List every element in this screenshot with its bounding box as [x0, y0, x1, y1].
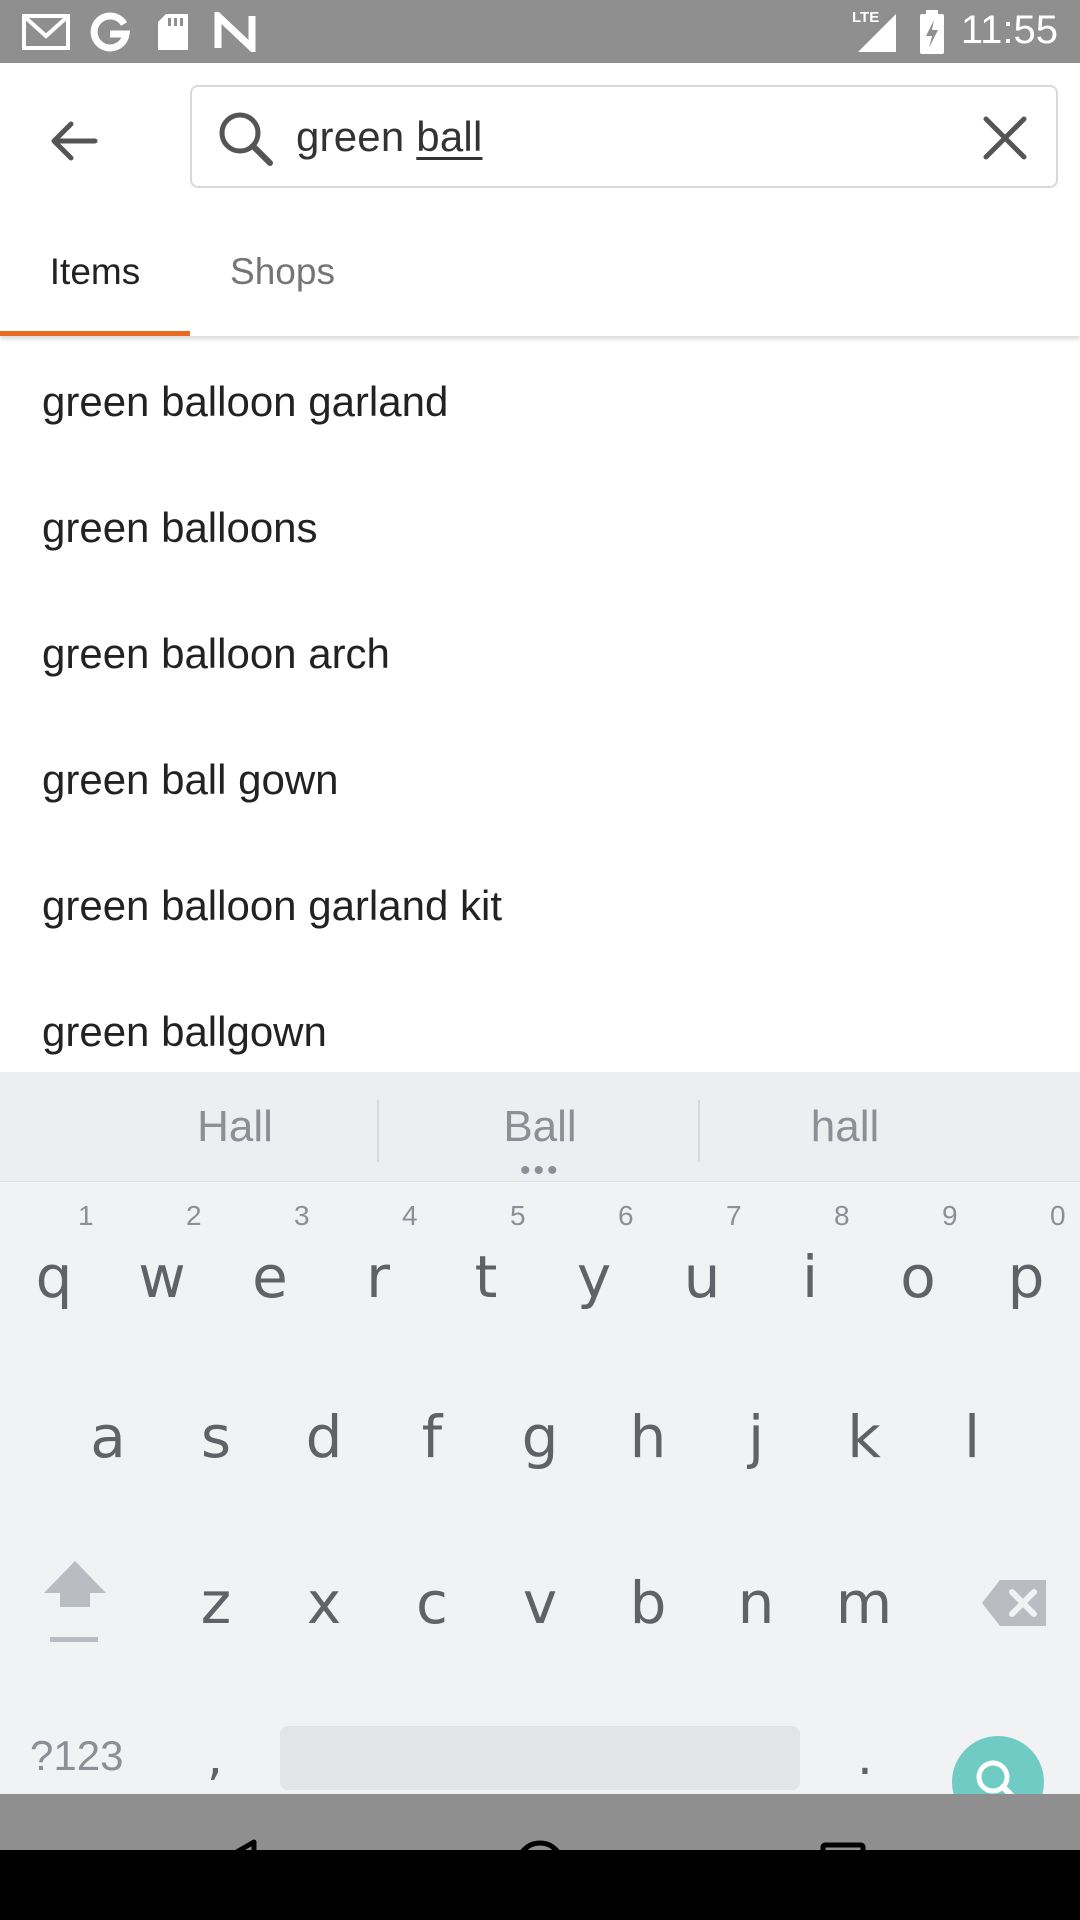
shift-arrow-icon: [44, 1561, 106, 1642]
key-y[interactable]: y: [540, 1222, 648, 1332]
nav-home-button[interactable]: [505, 1830, 575, 1900]
status-time: 11:55: [960, 8, 1058, 52]
search-query-text: green ball: [296, 113, 482, 161]
back-button[interactable]: [36, 103, 112, 179]
back-arrow-icon: [51, 121, 98, 161]
suggestion-divider: [377, 1100, 379, 1162]
key-o[interactable]: o: [864, 1222, 972, 1332]
tab-shops[interactable]: Shops: [190, 208, 375, 336]
suggestion-item[interactable]: green balloon arch: [0, 591, 1080, 717]
key-e[interactable]: e: [216, 1222, 324, 1332]
suggestion-item[interactable]: green ball gown: [0, 717, 1080, 843]
key-hint-3: 3: [294, 1200, 310, 1231]
n-app-icon: [214, 7, 256, 57]
suggestion-item[interactable]: green balloons: [0, 465, 1080, 591]
key-c[interactable]: c: [378, 1548, 486, 1658]
nav-home-icon: [515, 1840, 565, 1890]
suggestion-list: green balloon garland green balloons gre…: [0, 339, 1080, 1095]
more-suggestions-dots: •••: [520, 1154, 561, 1187]
key-i[interactable]: i: [756, 1222, 864, 1332]
key-r[interactable]: r: [324, 1222, 432, 1332]
key-hint-8: 8: [834, 1200, 850, 1231]
tab-items[interactable]: Items: [0, 208, 190, 336]
backspace-icon: [982, 1580, 1046, 1626]
nav-back-button[interactable]: [200, 1830, 270, 1900]
search-icon: [216, 109, 276, 174]
soft-keyboard: Hall Ball hall ••• q w e r t y u i o p 1…: [0, 1072, 1080, 1828]
backspace-key[interactable]: [960, 1548, 1070, 1658]
google-icon: [88, 12, 132, 57]
key-j[interactable]: j: [702, 1382, 810, 1492]
nav-recents-icon: [820, 1842, 866, 1888]
key-l[interactable]: l: [918, 1382, 1026, 1492]
comma-key[interactable]: ,: [180, 1712, 250, 1802]
space-key[interactable]: [280, 1726, 800, 1790]
tab-indicator: [0, 331, 190, 336]
signal-icon: LTE: [852, 8, 902, 59]
gmail-icon: [22, 12, 72, 57]
nav-recents-button[interactable]: [808, 1830, 878, 1900]
key-hint-1: 1: [78, 1200, 94, 1231]
key-hint-0: 0: [1050, 1200, 1066, 1231]
key-b[interactable]: b: [594, 1548, 702, 1658]
key-h[interactable]: h: [594, 1382, 702, 1492]
sd-card-icon: [156, 12, 190, 57]
battery-charging-icon: [918, 10, 946, 59]
key-f[interactable]: f: [378, 1382, 486, 1492]
search-input[interactable]: green ball: [190, 85, 1058, 188]
key-hint-4: 4: [402, 1200, 418, 1231]
shift-key[interactable]: [20, 1542, 130, 1662]
keyboard-suggestion-strip: Hall Ball hall •••: [0, 1072, 1080, 1187]
key-a[interactable]: a: [54, 1382, 162, 1492]
key-u[interactable]: u: [648, 1222, 756, 1332]
key-hint-6: 6: [618, 1200, 634, 1231]
period-key[interactable]: .: [830, 1712, 900, 1802]
key-hint-9: 9: [942, 1200, 958, 1231]
key-x[interactable]: x: [270, 1548, 378, 1658]
search-query-prefix: green: [296, 113, 417, 160]
clear-search-button[interactable]: [978, 111, 1032, 165]
close-icon: [983, 116, 1027, 160]
key-m[interactable]: m: [810, 1548, 918, 1658]
suggestion-item[interactable]: green balloon garland kit: [0, 843, 1080, 969]
key-g[interactable]: g: [486, 1382, 594, 1492]
key-s[interactable]: s: [162, 1382, 270, 1492]
tab-bar: Items Shops: [0, 208, 1080, 336]
key-q[interactable]: q: [0, 1222, 108, 1332]
key-hint-5: 5: [510, 1200, 526, 1231]
svg-text:LTE: LTE: [852, 9, 879, 26]
keyboard-suggestion[interactable]: hall: [690, 1072, 1000, 1182]
key-k[interactable]: k: [810, 1382, 918, 1492]
search-query-composing-word: ball: [416, 113, 483, 160]
suggestion-item[interactable]: green balloon garland: [0, 339, 1080, 465]
key-w[interactable]: w: [108, 1222, 216, 1332]
keyboard-suggestion[interactable]: Hall: [80, 1072, 390, 1182]
key-hint-2: 2: [186, 1200, 202, 1231]
key-d[interactable]: d: [270, 1382, 378, 1492]
symbols-key[interactable]: ?123: [30, 1732, 123, 1780]
status-bar: LTE 11:55: [0, 0, 1080, 63]
key-p[interactable]: p: [972, 1222, 1080, 1332]
key-n[interactable]: n: [702, 1548, 810, 1658]
nav-back-icon: [211, 1839, 257, 1891]
key-t[interactable]: t: [432, 1222, 540, 1332]
app-bar: green ball: [0, 63, 1080, 208]
key-z[interactable]: z: [162, 1548, 270, 1658]
key-v[interactable]: v: [486, 1548, 594, 1658]
key-hint-7: 7: [726, 1200, 742, 1231]
